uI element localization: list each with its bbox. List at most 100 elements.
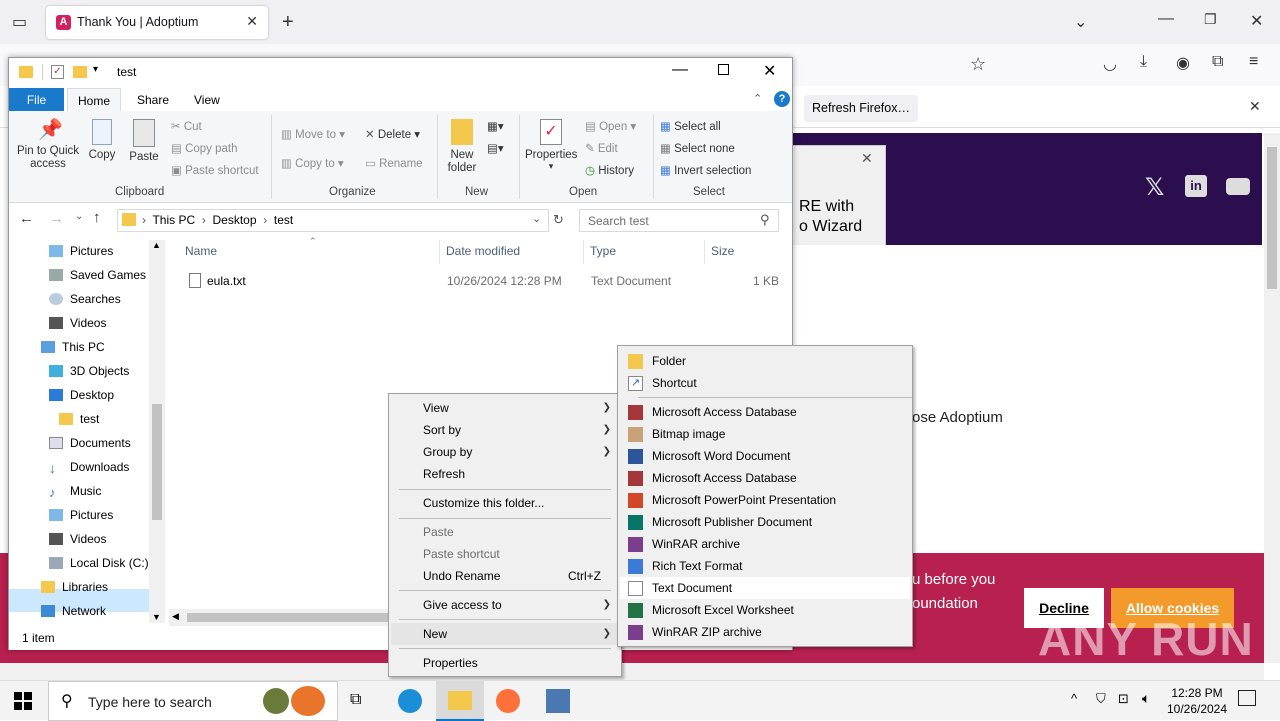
move-to-button[interactable]: ▥ Move to ▾	[281, 127, 345, 141]
search-box[interactable]: Search test ⚲	[579, 209, 779, 232]
breadcrumb-this-pc[interactable]: This PC	[152, 213, 195, 227]
copy-to-button[interactable]: ▥ Copy to ▾	[281, 156, 344, 170]
dialog-close-icon[interactable]: ✕	[861, 150, 873, 167]
nav-item-desktop[interactable]: Desktop	[49, 384, 114, 406]
edge-icon[interactable]	[398, 689, 422, 713]
taskbar-search-box[interactable]: ⚲ Type here to search	[48, 681, 338, 721]
breadcrumb-test[interactable]: test	[274, 213, 293, 227]
tab-share[interactable]: Share	[127, 88, 179, 112]
new-publisher-item[interactable]: Microsoft Publisher Document	[620, 511, 910, 533]
file-row[interactable]: eula.txt 10/26/2024 12:28 PM Text Docume…	[179, 270, 779, 292]
new-shortcut-item[interactable]: ↗ Shortcut	[620, 372, 910, 394]
nav-item-network[interactable]: Network	[41, 600, 106, 622]
rename-button[interactable]: ▭ Rename	[365, 156, 423, 170]
column-type[interactable]: Type	[590, 244, 616, 258]
taskbar-clock[interactable]: 12:28 PM 10/26/2024	[1160, 685, 1234, 717]
maximize-icon[interactable]	[718, 64, 729, 75]
minimize-icon[interactable]: —	[672, 61, 688, 79]
nav-item-libraries[interactable]: Libraries	[41, 576, 108, 598]
menu-item-paste[interactable]: Paste	[391, 521, 619, 543]
task-view-icon[interactable]: ⧉	[350, 691, 361, 709]
copy-button[interactable]: Copy	[85, 119, 119, 161]
new-excel-item[interactable]: Microsoft Excel Worksheet	[620, 599, 910, 621]
app-installer-icon[interactable]	[546, 689, 570, 713]
scroll-up-arrow-icon[interactable]: ▲	[152, 240, 161, 250]
downloads-icon[interactable]: ⤓	[1140, 53, 1147, 71]
youtube-icon[interactable]	[1226, 178, 1250, 195]
firefox-icon[interactable]	[496, 689, 520, 713]
menu-item-properties[interactable]: Properties	[391, 652, 619, 674]
back-arrow-icon[interactable]: ←	[19, 210, 34, 227]
scrollbar-thumb[interactable]	[1267, 147, 1277, 289]
page-vertical-scrollbar[interactable]	[1264, 133, 1280, 663]
nav-item-downloads[interactable]: ↓ Downloads	[49, 456, 129, 478]
properties-button[interactable]: ✓ Properties ▾	[525, 119, 577, 172]
minimize-icon[interactable]: —	[1158, 10, 1174, 28]
easy-access-button[interactable]: ▤▾	[487, 141, 504, 155]
new-word-doc-item[interactable]: Microsoft Word Document	[620, 445, 910, 467]
new-text-document-item[interactable]: Text Document	[620, 577, 910, 599]
nav-item-searches[interactable]: Searches	[49, 288, 121, 310]
paste-shortcut-button[interactable]: ▣ Paste shortcut	[171, 163, 259, 177]
new-rtf-item[interactable]: Rich Text Format	[620, 555, 910, 577]
menu-item-customize-folder[interactable]: Customize this folder...	[391, 492, 619, 514]
new-winrar-archive-item[interactable]: WinRAR archive	[620, 533, 910, 555]
scroll-down-arrow-icon[interactable]: ▼	[152, 612, 161, 622]
new-item-button[interactable]: ▦▾	[487, 119, 504, 133]
paste-button[interactable]: Paste	[127, 119, 161, 163]
up-arrow-icon[interactable]: ↑	[93, 209, 101, 226]
taskbar-explorer-button[interactable]	[436, 681, 484, 721]
address-bar[interactable]: › This PC › Desktop › test ⌄	[117, 209, 549, 232]
pocket-icon[interactable]: ◡	[1103, 54, 1117, 74]
address-dropdown-icon[interactable]: ⌄	[532, 212, 541, 225]
close-icon[interactable]: ✕	[763, 61, 776, 81]
column-size[interactable]: Size	[711, 244, 734, 258]
menu-item-refresh[interactable]: Refresh	[391, 463, 619, 485]
account-icon[interactable]: ◉	[1176, 53, 1190, 73]
new-powerpoint-item[interactable]: Microsoft PowerPoint Presentation	[620, 489, 910, 511]
new-folder-button[interactable]: New folder	[445, 119, 479, 175]
select-none-button[interactable]: ▦ Select none	[660, 141, 735, 155]
pin-quick-access-button[interactable]: 📌 Pin to Quick access	[15, 119, 81, 171]
list-tabs-chevron-icon[interactable]: ⌄	[1074, 12, 1087, 32]
cut-button[interactable]: ✂ Cut	[171, 119, 202, 133]
tray-app-icon[interactable]: ⛉	[1096, 691, 1106, 707]
page-horizontal-scrollbar[interactable]	[0, 663, 1264, 680]
new-access-db-item-2[interactable]: Microsoft Access Database	[620, 467, 910, 489]
breadcrumb-desktop[interactable]: Desktop	[212, 213, 256, 227]
menu-item-undo-rename[interactable]: Undo Rename Ctrl+Z	[391, 565, 619, 587]
tab-file[interactable]: File	[9, 88, 64, 112]
column-name[interactable]: Name	[185, 244, 217, 258]
help-icon[interactable]: ?	[774, 91, 790, 107]
scrollbar-thumb[interactable]	[152, 404, 162, 520]
nav-item-saved-games[interactable]: Saved Games	[49, 264, 146, 286]
menu-item-paste-shortcut[interactable]: Paste shortcut	[391, 543, 619, 565]
nav-item-pictures-2[interactable]: Pictures	[49, 504, 113, 526]
volume-icon[interactable]: 🔈︎	[1142, 690, 1150, 707]
nav-pane-scrollbar[interactable]: ▲ ▼	[149, 240, 165, 623]
tab-view[interactable]: View	[184, 88, 230, 112]
nav-item-music[interactable]: ♪ Music	[49, 480, 101, 502]
menu-item-new[interactable]: New ❯	[391, 623, 619, 645]
close-window-icon[interactable]: ✕	[1250, 11, 1263, 31]
select-all-button[interactable]: ▦ Select all	[660, 119, 721, 133]
copy-path-button[interactable]: ▤ Copy path	[171, 141, 238, 155]
tab-close-icon[interactable]: ✕	[246, 13, 258, 30]
nav-item-3d-objects[interactable]: 3D Objects	[49, 360, 129, 382]
scrollbar-thumb[interactable]	[187, 613, 397, 622]
nav-item-videos-2[interactable]: Videos	[49, 528, 106, 550]
bookmark-star-icon[interactable]: ☆	[970, 54, 986, 75]
scroll-left-arrow-icon[interactable]: ◀	[172, 611, 179, 622]
nav-item-pictures[interactable]: Pictures	[49, 240, 113, 262]
menu-item-group-by[interactable]: Group by ❯	[391, 441, 619, 463]
nav-item-documents[interactable]: Documents	[49, 432, 131, 454]
nav-item-this-pc[interactable]: This PC	[41, 336, 105, 358]
refresh-icon[interactable]: ↻	[553, 212, 564, 228]
delete-button[interactable]: ✕ Delete ▾	[365, 127, 420, 141]
recent-locations-icon[interactable]: ⌄	[75, 211, 83, 222]
notification-close-icon[interactable]: ✕	[1249, 98, 1261, 115]
app-menu-icon[interactable]: ≡	[1249, 53, 1258, 71]
network-icon[interactable]: ⊡	[1118, 691, 1129, 707]
nav-item-videos[interactable]: Videos	[49, 312, 106, 334]
linkedin-icon[interactable]: in	[1185, 175, 1207, 197]
